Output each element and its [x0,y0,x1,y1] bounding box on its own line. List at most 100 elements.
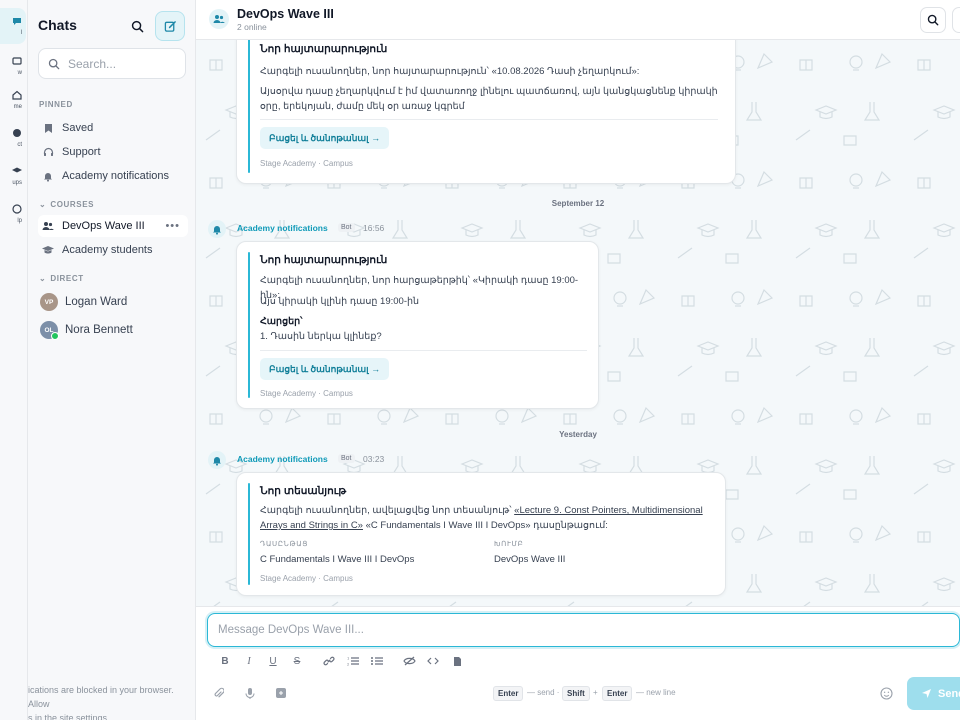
bullet-list-icon[interactable] [369,653,385,669]
dm-nora-bennett[interactable]: OL Nora Bennett [40,321,133,340]
rail-item-news[interactable]: w [0,56,26,77]
message-input-wrapper[interactable] [207,613,960,647]
rail-label: ct [17,142,22,148]
sender-name[interactable]: Academy notifications [237,454,328,464]
send-button[interactable]: Send [907,677,960,710]
message-feed[interactable]: Նոր հայտարարություն Հարգելի ուսանողներ, … [196,40,960,606]
bookmark-icon [42,123,54,134]
chat-title: DevOps Wave III [237,7,334,21]
message-composer: B I U S 12 Enter — send · [196,606,960,720]
bot-badge: Bot [338,454,355,463]
message-title: Նոր հայտարարություն [260,43,388,55]
rail-item-help[interactable]: lp [0,204,26,225]
sidebar-item-label: Support [62,146,101,158]
message-title: Նոր հայտարարություն [260,254,388,266]
divider [260,350,587,351]
message-footer: Stage Academy · Campus [260,159,353,168]
sidebar-item-label: DevOps Wave III [62,220,145,232]
date-separator: September 12 [551,199,605,208]
message-card: Նոր հայտարարություն Հարգելի ուսանողներ, … [236,40,736,184]
message-time: 03:23 [363,454,385,464]
rail-item-home[interactable]: me [0,90,26,111]
sidebar-item-saved[interactable]: Saved [38,117,188,139]
bold-icon[interactable]: B [217,653,233,669]
rail-label: lp [17,218,22,224]
code-block-icon[interactable] [449,653,465,669]
svg-text:2: 2 [347,663,349,667]
home-icon [12,90,22,103]
date-separator: Yesterday [559,430,597,439]
code-icon[interactable] [425,653,441,669]
compose-button[interactable] [155,11,185,41]
lecture-link[interactable]: «Lecture 9. Const Pointers, Multidimensi… [514,505,703,516]
search-icon [48,58,60,69]
group-label: ԽՈՒՄԲ [494,541,524,548]
section-courses[interactable]: ⌄ COURSES [39,200,94,209]
lecture-link[interactable]: Arrays and Strings in C» [260,520,363,531]
message-time: 16:56 [363,223,385,233]
microphone-icon[interactable] [242,685,258,701]
underline-icon[interactable]: U [265,653,281,669]
message-text: օրը, երեկոյան, ժամը մեկ օր առաջ կգրեմ [260,101,465,112]
message-outro: «C Fundamentals I Wave III I DevOps» դաս… [362,520,608,531]
svg-text:1: 1 [347,657,349,661]
sidebar-item-academy-notifications[interactable]: Academy notifications [38,165,188,187]
sidebar-item-label: Academy notifications [62,170,169,182]
sidebar-item-academy-students[interactable]: Academy students [38,239,188,261]
chevron-down-icon: ⌄ [39,200,47,209]
sidebar-item-devops-wave-iii[interactable]: DevOps Wave III ••• [38,215,188,237]
nav-rail: l w me ct ups lp [0,0,28,720]
rail-label: ups [12,180,22,186]
spoiler-icon[interactable] [401,653,417,669]
enter-key: Enter [493,686,524,701]
chat-search[interactable] [38,48,186,79]
enter-key: Enter [602,686,633,701]
newline-hint: — new line [636,688,676,697]
numbered-list-icon[interactable]: 12 [345,653,361,669]
section-direct[interactable]: ⌄ DIRECT [39,274,84,283]
italic-icon[interactable]: I [241,653,257,669]
chat-bubbles-icon [12,16,22,29]
emoji-icon[interactable] [878,685,894,701]
sidebar-title: Chats [38,17,77,33]
online-count: 2 online [237,22,267,32]
sender-name[interactable]: Academy notifications [237,223,328,233]
users-icon [209,9,229,29]
link-icon[interactable] [321,653,337,669]
notice-line: ications are blocked in your browser. Al… [28,685,174,709]
rail-item-chats[interactable]: l [0,8,26,44]
rail-item-groups[interactable]: ups [0,166,26,187]
attach-icon[interactable] [210,685,226,701]
rail-item-contact[interactable]: ct [0,128,26,149]
sidebar-item-support[interactable]: Support [38,141,188,163]
message-input[interactable] [218,624,818,636]
rail-label: me [13,104,22,110]
sticker-icon[interactable] [273,685,289,701]
search-messages-button[interactable] [920,7,946,33]
divider [260,119,718,120]
accent-bar [248,252,250,398]
help-icon [12,204,22,217]
headset-icon [42,147,54,158]
search-button[interactable] [122,11,152,41]
notice-line: s in the site settings. [28,713,110,720]
more-button[interactable] [952,7,960,33]
dm-logan-ward[interactable]: VP Logan Ward [40,293,127,311]
dm-name: Logan Ward [65,296,128,308]
open-details-button[interactable]: Բացել և ծանոթանալ → [260,358,390,380]
message-sender: Academy notifications Bot 16:56 [208,220,384,238]
contact-icon [12,128,22,141]
search-input[interactable] [68,56,178,71]
strikethrough-icon[interactable]: S [289,653,305,669]
compose-icon [164,20,176,32]
bell-icon [208,451,226,469]
rail-label: l [20,29,22,36]
graduation-cap-icon [42,245,54,255]
chat-main: DevOps Wave III 2 online Նոր հայտարարութ… [196,0,960,720]
message-card: Նոր տեսանյութ Հարգելի ուսանողներ, ավելաց… [236,472,726,596]
section-label: COURSES [50,200,95,209]
send-icon [922,689,931,698]
message-text: Arrays and Strings in C» «C Fundamentals… [260,518,720,533]
open-details-button[interactable]: Բացել և ծանոթանալ → [260,127,390,149]
more-options-icon[interactable]: ••• [165,220,180,232]
